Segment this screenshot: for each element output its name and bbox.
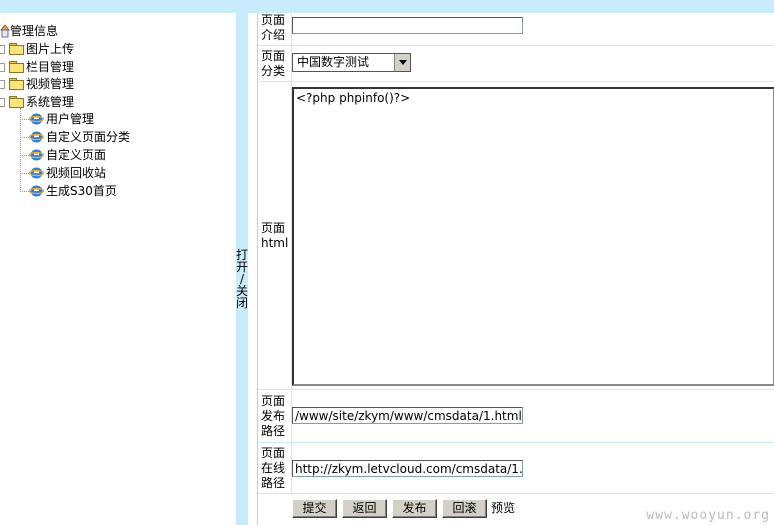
tree-item-page-category[interactable]: 自定义页面分类 [0,128,150,146]
home-icon [0,24,10,38]
category-select[interactable]: 中国数字测试 [292,53,411,72]
preview-link[interactable]: 预览 [491,499,515,518]
splitter-gap [248,13,257,525]
ie-page-icon [29,131,44,143]
tree-item-video-recycle[interactable]: 视频回收站 [0,164,150,182]
open-folder-icon [9,96,24,108]
top-bar [0,0,774,13]
tree-item-label: 自定义页面 [46,148,107,162]
toggle-char: 闭 [236,296,249,310]
tree-connector [20,137,29,138]
expand-icon[interactable] [0,80,5,89]
tree-folder-images[interactable]: 图片上传 [0,40,120,58]
panel-toggle-splitter[interactable]: 打 开 / 关 闭 [236,13,248,525]
tree-folder-columns[interactable]: 栏目管理 [0,58,120,76]
tree-root-label: 管理信息 [10,24,59,38]
tree-connector [20,191,29,192]
ie-page-icon [29,167,44,179]
action-bar: 提交 返回 发布 回滚 预览 [292,499,692,518]
ie-page-icon [29,185,44,197]
category-selected-value: 中国数字测试 [297,55,370,69]
tree-connector [20,173,29,174]
ie-page-icon [29,149,44,161]
folder-icon [9,43,24,55]
tree-folder-system[interactable]: 系统管理 [0,93,120,111]
tree-folder-label: 系统管理 [26,95,75,109]
dropdown-arrow-icon[interactable] [394,54,410,71]
row-online-path: 页面在线路径 http://zkym.letvcloud.com/cmsdata… [258,443,774,494]
watermark: www.wooyun.org [646,508,770,523]
expand-icon[interactable] [0,45,5,54]
tree-item-generate-home[interactable]: 生成S30首页 [0,182,150,200]
ie-page-icon [29,113,44,125]
submit-button[interactable]: 提交 [292,499,337,518]
online-path-input[interactable]: http://zkym.letvcloud.com/cmsdata/1.html [292,460,523,477]
row-category: 页面分类 中国数字测试 [258,46,774,82]
tree-folder-label: 视频管理 [26,77,75,91]
back-button[interactable]: 返回 [342,499,387,518]
tree-item-custom-page[interactable]: 自定义页面 [0,146,150,164]
publish-path-label: 页面发布路径 [261,394,286,438]
publish-button[interactable]: 发布 [392,499,437,518]
tree-folder-video[interactable]: 视频管理 [0,75,120,93]
row-html: 页面html <?php phpinfo()?> [258,82,774,390]
toggle-label[interactable]: 打 开 / 关 闭 [236,249,248,309]
tree-folder-label: 图片上传 [26,42,75,56]
html-textarea[interactable]: <?php phpinfo()?> [292,87,774,386]
collapse-icon[interactable] [0,98,5,107]
tree-connector [20,155,29,156]
online-path-label: 页面在线路径 [261,446,286,490]
category-label: 页面分类 [261,49,286,78]
row-publish-path: 页面发布路径 /www/site/zkym/www/cmsdata/1.html [258,390,774,443]
nav-tree: 管理信息 图片上传 栏目管理 视频管理 系统管理 用户管理 自定义页面分类 自定… [0,13,236,525]
tree-item-label: 生成S30首页 [46,184,117,198]
tree-folder-label: 栏目管理 [26,60,75,74]
expand-icon[interactable] [0,63,5,72]
tree-item-label: 自定义页面分类 [46,130,131,144]
rollback-button[interactable]: 回滚 [442,499,487,518]
intro-label: 页面介绍 [261,13,286,42]
intro-input[interactable] [292,17,523,34]
publish-path-input[interactable]: /www/site/zkym/www/cmsdata/1.html [292,407,523,424]
tree-connector [20,119,29,120]
tree-item-label: 用户管理 [46,112,95,126]
folder-icon [9,78,24,90]
tree-item-label: 视频回收站 [46,166,107,180]
html-label: 页面html [261,221,289,250]
tree-item-users[interactable]: 用户管理 [0,110,150,128]
page-edit-form: 页面介绍 页面分类 中国数字测试 页面html <?php phpinfo()?… [257,13,774,525]
folder-icon [9,61,24,73]
row-intro: 页面介绍 [258,13,774,46]
